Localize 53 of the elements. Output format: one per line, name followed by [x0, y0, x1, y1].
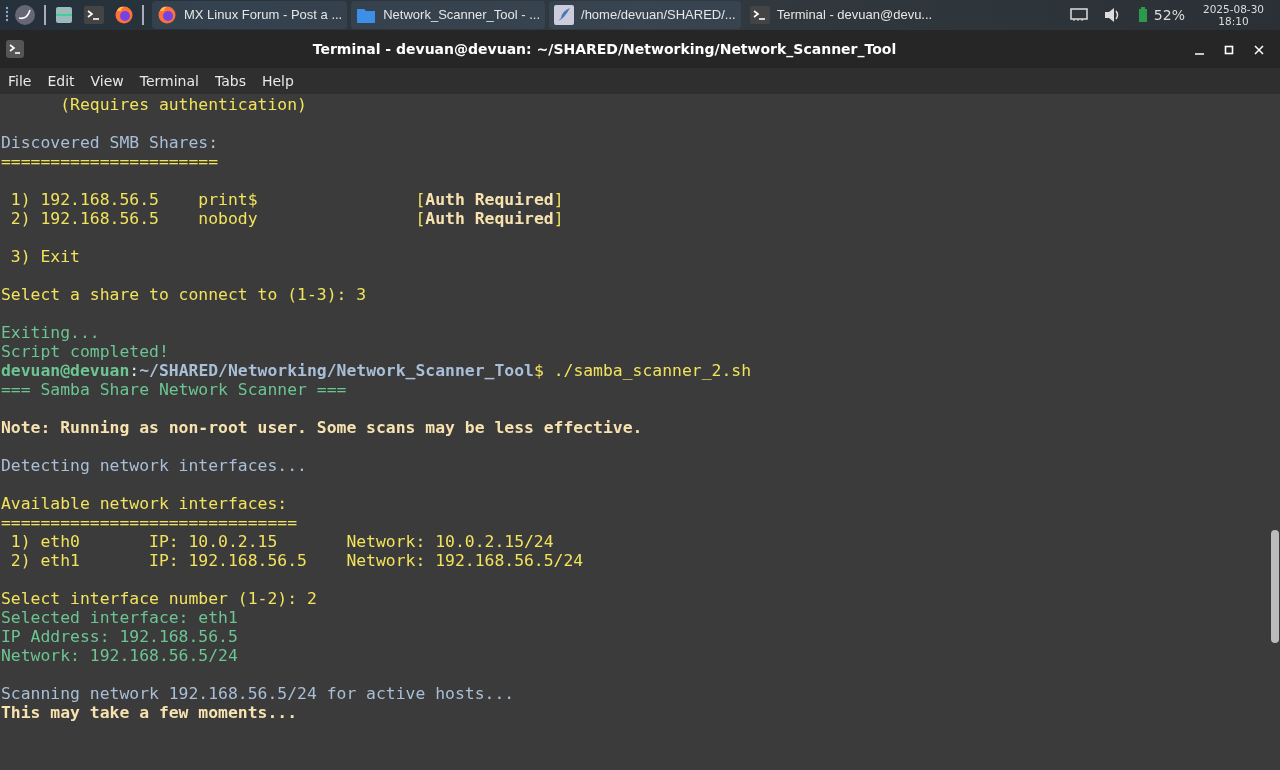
terminal-line: This may take a few moments...	[0, 703, 298, 722]
terminal-line: 3) Exit	[9, 247, 80, 266]
taskbar-task[interactable]: /home/devuan/SHARED/...	[549, 1, 741, 29]
terminal-line: 1) eth0 IP: 10.0.2.15 Network: 10.0.2.15/24	[9, 532, 554, 551]
quill-icon	[554, 5, 574, 25]
terminal-line: Scanning network 192.168.56.5/24 for active hosts...	[0, 684, 515, 703]
firefox-icon	[157, 5, 177, 25]
file-cabinet-icon[interactable]	[54, 5, 74, 25]
window-title: Terminal - devuan@devuan: ~/SHARED/Networking/Network_Scanner_Tool	[311, 39, 898, 60]
terminal-line: Select a share to connect to (1-3): 3	[0, 285, 367, 304]
menu-item[interactable]: Terminal	[133, 70, 205, 92]
taskbar-task[interactable]: MX Linux Forum - Post a ...	[152, 1, 348, 29]
menu-item[interactable]: Help	[255, 70, 300, 92]
close-icon	[1254, 44, 1264, 55]
menu-item[interactable]: Edit	[41, 70, 81, 92]
terminal-line: IP Address: 192.168.56.5	[0, 627, 238, 646]
terminal-line: Exiting...	[0, 323, 100, 342]
battery-icon[interactable]	[1137, 7, 1148, 23]
taskbar-task[interactable]: Terminal - devuan@devu...	[744, 1, 938, 29]
firefox-icon[interactable]	[114, 5, 134, 25]
folder-icon	[356, 6, 377, 24]
terminal-line: Note: Running as non-root user. Some scans may be less effective.	[0, 418, 643, 437]
network-icon[interactable]	[1069, 8, 1088, 22]
terminal-line: ======================	[0, 152, 219, 171]
taskbar-task[interactable]: Network_Scanner_Tool - ...	[351, 1, 545, 29]
terminal-line: === Samba Share Network Scanner ===	[0, 380, 347, 399]
menu-item[interactable]: Tabs	[208, 70, 252, 92]
terminal-line: Available network interfaces:	[0, 494, 288, 513]
terminal-line: Select interface number (1-2): 2	[0, 589, 317, 608]
scrollbar-thumb[interactable]	[1271, 530, 1279, 643]
terminal-line: 2) 192.168.56.5 nobody [Auth Required]	[9, 209, 564, 228]
drag-handle-icon	[4, 6, 10, 24]
terminal-line: 1) 192.168.56.5 print$ [Auth Required]	[9, 190, 564, 209]
menu-item[interactable]: View	[84, 70, 130, 92]
terminal-launcher-icon[interactable]	[84, 6, 104, 24]
menu-item[interactable]: File	[2, 70, 38, 92]
minimize-icon	[1195, 52, 1204, 55]
terminal-icon	[6, 40, 24, 58]
clock-date: 2025-08-30	[1202, 3, 1264, 15]
terminal-line: devuan@devuan:~/SHARED/Networking/Network_Scanner_Tool$ ./samba_scanner_2.sh	[0, 361, 751, 380]
terminal-line: Network: 192.168.56.5/24	[0, 646, 238, 665]
terminal-icon	[749, 6, 770, 24]
battery-percentage: 52%	[1153, 5, 1185, 25]
terminal-line: Script completed!	[0, 342, 169, 361]
clock-time: 18:10	[1218, 15, 1249, 27]
maximize-icon	[1224, 44, 1234, 55]
terminal-line: Detecting network interfaces...	[0, 456, 307, 475]
terminal-line: (Requires authentication)	[59, 95, 307, 114]
terminal-line: ==============================	[0, 513, 298, 532]
terminal-line: Discovered SMB Shares:	[0, 133, 219, 152]
terminal-line: 2) eth1 IP: 192.168.56.5 Network: 192.168.56.5/24	[9, 551, 584, 570]
terminal-line: Selected interface: eth1	[0, 608, 238, 627]
menu-launcher-icon[interactable]	[14, 4, 36, 26]
